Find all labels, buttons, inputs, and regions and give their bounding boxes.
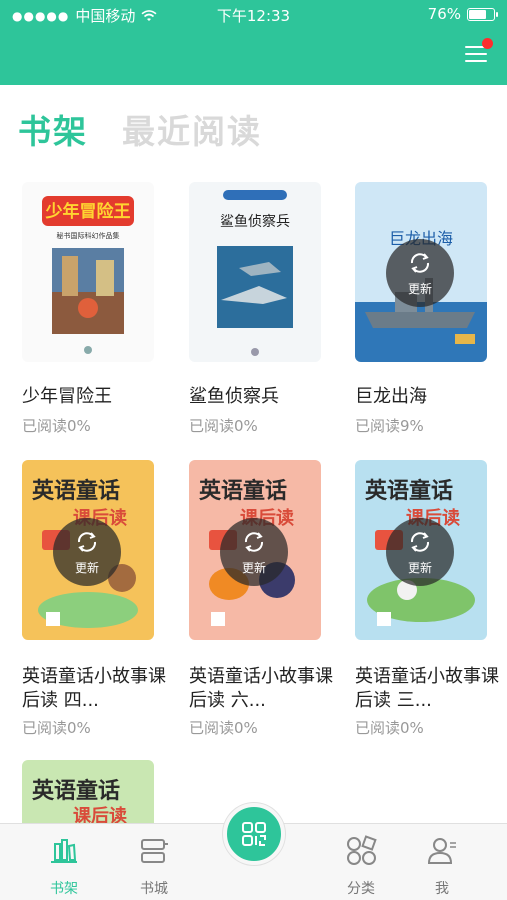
svg-text:英语童话: 英语童话 — [32, 478, 120, 504]
reading-progress: 已阅读0% — [189, 417, 258, 435]
bookstore-icon — [141, 839, 168, 863]
reading-progress: 已阅读9% — [355, 417, 424, 435]
reading-progress: 已阅读0% — [22, 417, 91, 435]
svg-text:少年冒险王: 少年冒险王 — [45, 201, 131, 222]
update-button[interactable]: 更新 — [386, 239, 454, 307]
svg-text:英语童话: 英语童话 — [365, 478, 453, 504]
svg-text:鲨鱼侦察兵: 鲨鱼侦察兵 — [220, 213, 290, 230]
update-button[interactable]: 更新 — [53, 518, 121, 586]
nav-category[interactable]: 分类 — [321, 824, 401, 898]
book-title: 少年冒险王 — [22, 386, 112, 407]
book-title: 英语童话小故事课后读 三... — [355, 666, 499, 711]
update-label: 更新 — [74, 561, 99, 575]
nav-bookshelf-label: 书架 — [50, 881, 78, 897]
tab-bookshelf[interactable]: 书架 — [18, 105, 88, 153]
notification-badge — [482, 38, 493, 49]
update-button[interactable]: 更新 — [386, 518, 454, 586]
book-cover[interactable]: 少年冒险王 秘书国际科幻作品集 — [22, 182, 154, 362]
battery-percent: 76% — [427, 5, 461, 23]
refresh-icon — [410, 532, 430, 552]
reading-progress: 已阅读0% — [189, 719, 258, 737]
book-title: 鲨鱼侦察兵 — [189, 386, 279, 407]
status-bar: ●●●●● 中国移动 下午12:33 76% — [0, 0, 507, 30]
profile-icon — [427, 838, 456, 864]
scan-button[interactable] — [223, 803, 285, 865]
reading-progress: 已阅读0% — [355, 719, 424, 737]
svg-text:英语童话: 英语童话 — [32, 778, 120, 804]
book-cover[interactable]: 英语童话 课后读 — [22, 760, 154, 823]
reading-progress: 已阅读0% — [22, 719, 91, 737]
book-title: 英语童话小故事课后读 六... — [189, 666, 333, 711]
nav-bookstore[interactable]: 书城 — [114, 824, 194, 898]
bookshelf-icon — [51, 839, 77, 863]
svg-text:英语童话: 英语童话 — [199, 478, 287, 504]
nav-profile[interactable]: 我 — [402, 824, 482, 898]
app-header: ●●●●● 中国移动 下午12:33 76% — [0, 0, 507, 85]
update-label: 更新 — [407, 282, 432, 296]
scan-qr-icon — [242, 822, 266, 846]
battery-icon — [467, 7, 498, 21]
update-label: 更新 — [407, 561, 432, 575]
book-title: 巨龙出海 — [355, 386, 427, 407]
book-title: 英语童话小故事课后读 四... — [22, 666, 166, 711]
update-label: 更新 — [241, 561, 266, 575]
nav-bookstore-label: 书城 — [140, 881, 168, 897]
refresh-icon — [410, 253, 430, 273]
menu-button[interactable] — [465, 38, 493, 66]
update-button[interactable]: 更新 — [220, 518, 288, 586]
category-icon — [347, 835, 377, 865]
shelf-tabs: 书架 最近阅读 — [18, 105, 262, 153]
svg-text:秘书国际科幻作品集: 秘书国际科幻作品集 — [57, 231, 120, 240]
svg-text:课后读: 课后读 — [73, 805, 127, 823]
nav-category-label: 分类 — [347, 881, 375, 897]
refresh-icon — [244, 532, 264, 552]
refresh-icon — [77, 532, 97, 552]
tab-recent-reading[interactable]: 最近阅读 — [122, 105, 262, 153]
nav-bookshelf[interactable]: 书架 — [24, 824, 104, 898]
nav-profile-label: 我 — [435, 881, 449, 897]
book-cover[interactable]: 鲨鱼侦察兵 — [189, 182, 321, 362]
